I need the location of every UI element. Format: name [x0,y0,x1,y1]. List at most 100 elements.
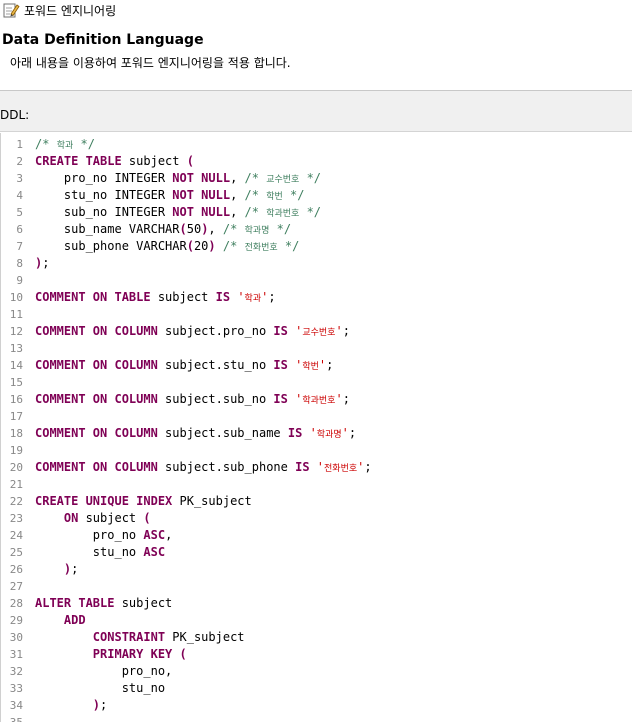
line-number: 29 [9,614,23,627]
code-line: 32 pro_no, [1,663,632,680]
line-number: 27 [9,580,23,593]
code-token: subject.pro_no [157,324,274,338]
code-token: , [165,528,173,542]
code-text: ON subject ( [35,510,151,527]
code-token: */ [282,188,305,202]
code-line: 33 stu_no [1,680,632,697]
code-token: subject [150,290,216,304]
code-token: ; [71,562,79,576]
code-line: 35 [1,714,632,722]
code-token: /* [244,188,267,202]
code-token: IS [273,324,288,338]
code-token: 학과 [56,141,74,151]
code-line: 23 ON subject ( [1,510,632,527]
line-number: 22 [9,495,23,508]
line-number: 32 [9,665,23,678]
line-number: 8 [16,257,23,270]
line-number: 21 [9,478,23,491]
code-token: IS [295,460,310,474]
line-number: 19 [9,444,23,457]
code-text: pro_no ASC, [35,527,173,544]
code-token: /* [222,222,245,236]
code-token: ADD [63,613,86,627]
code-token: /* [244,205,267,219]
code-token: CREATE TABLE [35,154,122,168]
code-token: subject [121,154,187,168]
line-number: 34 [9,699,23,712]
code-token: 학과명 [316,430,342,440]
code-token: ( [179,647,187,661]
line-number: 9 [16,274,23,287]
code-token: ' [335,392,343,406]
code-token: ) [208,239,216,253]
code-line: 16 COMMENT ON COLUMN subject.sub_no IS '학… [1,391,632,408]
code-token: subject.sub_no [157,392,274,406]
code-token: subject [114,596,173,610]
code-line: 22 CREATE UNIQUE INDEX PK_subject [1,493,632,510]
line-number: 11 [9,308,23,321]
code-line: 2 CREATE TABLE subject ( [1,153,632,170]
code-line: 10 COMMENT ON TABLE subject IS '학과'; [1,289,632,306]
code-line: 26 ); [1,561,632,578]
line-number: 16 [9,393,23,406]
code-line: 8); [1,255,632,272]
code-token: sub_no INTEGER [35,205,173,219]
code-text: ); [35,697,107,714]
ddl-section-bar: DDL: [0,90,632,132]
code-token: ON [63,511,79,525]
code-token: /* [222,239,245,253]
code-token: stu_no INTEGER [35,188,173,202]
code-token: 전화번호 [324,464,358,474]
line-number: 17 [9,410,23,423]
code-token: sub_phone VARCHAR [35,239,187,253]
line-number: 7 [16,240,23,253]
code-token: 50 [186,222,202,236]
line-number: 13 [9,342,23,355]
code-token: ' [341,426,349,440]
code-token: ; [364,460,372,474]
code-token: , [208,222,223,236]
code-token: PRIMARY KEY [92,647,173,661]
code-token: 학과번호 [266,209,300,219]
code-token: */ [269,222,292,236]
line-number: 31 [9,648,23,661]
code-text: stu_no ASC [35,544,165,561]
code-line: 29 ADD [1,612,632,629]
line-number: 15 [9,376,23,389]
code-line: 4 stu_no INTEGER NOT NULL, /* 학번 */ [1,187,632,204]
code-token: , [230,188,245,202]
code-token: ( [179,222,187,236]
line-number: 4 [16,189,23,202]
line-number: 26 [9,563,23,576]
line-number: 14 [9,359,23,372]
code-token: IS [273,358,288,372]
code-token: ' [309,426,317,440]
code-token: ; [42,256,50,270]
page-description: 아래 내용을 이용하여 포워드 엔지니어링을 적용 합니다. [10,56,291,70]
code-token: NOT NULL [172,171,231,185]
ddl-code-editor[interactable]: 1/* 학과 */2 CREATE TABLE subject (3 pro_no… [0,133,632,722]
code-line: 9 [1,272,632,289]
code-text: ); [35,561,78,578]
code-line: 5 sub_no INTEGER NOT NULL, /* 학과번호 */ [1,204,632,221]
page-title: Data Definition Language [2,32,204,48]
code-line: 1 /* 학과 */ [1,136,632,153]
line-number: 10 [9,291,23,304]
line-number: 20 [9,461,23,474]
code-line: 7 sub_phone VARCHAR(20) /* 전화번호 */ [1,238,632,255]
code-token: ASC [143,528,166,542]
code-line: 34 ); [1,697,632,714]
code-token: ; [348,426,357,440]
code-token: ; [268,290,276,304]
code-token: CONSTRAINT [92,630,166,644]
code-token: PK_subject [172,494,252,508]
code-token: NOT NULL [172,205,231,219]
code-token: 학번 [266,192,283,202]
code-token: ' [316,460,325,474]
